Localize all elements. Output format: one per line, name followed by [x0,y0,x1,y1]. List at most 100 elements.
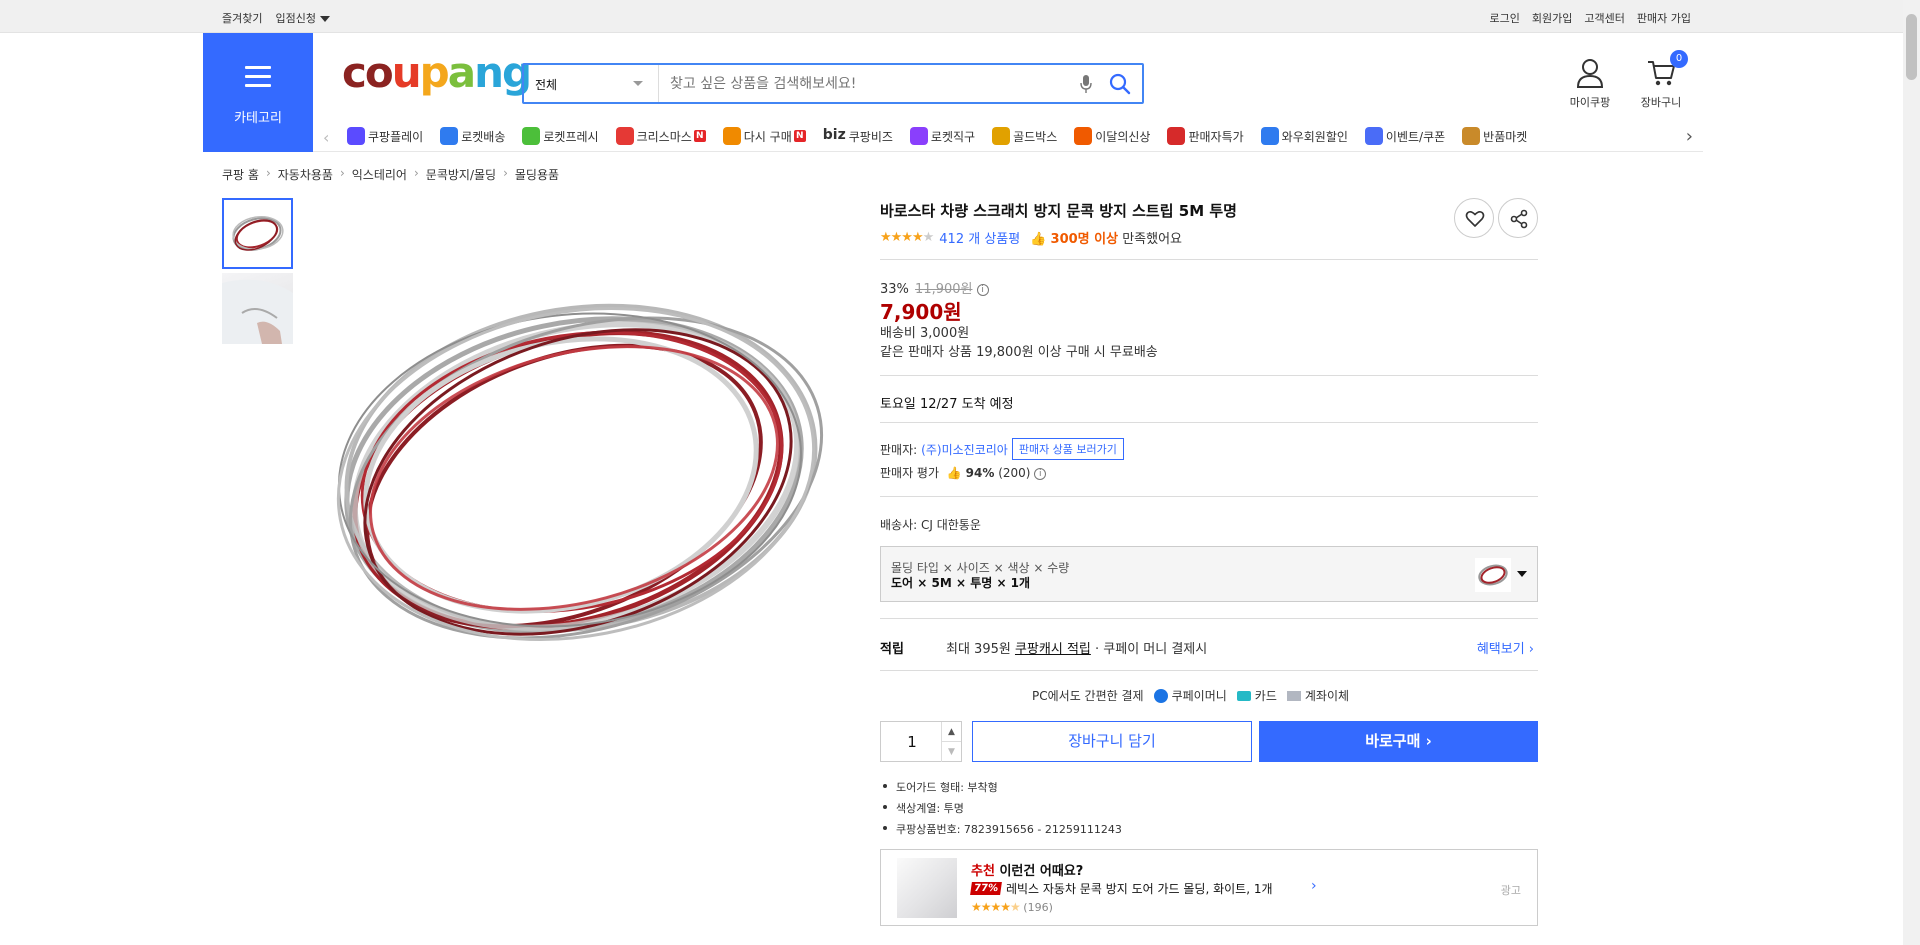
dropdown-arrow-icon [1517,571,1527,577]
category-menu-button[interactable]: 카테고리 [203,33,313,152]
nav-item-shopping-bag[interactable]: 이달의신상 [1074,127,1150,145]
nav-item-coupon[interactable]: 이벤트/쿠폰 [1364,127,1446,145]
bookmark-link[interactable]: 즐겨찾기 [222,10,262,26]
coupang-logo[interactable]: coupang [342,52,532,94]
recommended-product-name[interactable]: 레빅스 자동차 문콕 방지 도어 가드 몰딩, 화이트, 1개 [1006,880,1273,897]
mypage-button[interactable]: 마이쿠팡 [1560,58,1620,110]
product-attributes: 도어가드 형태: 부착형 색상계열: 투명 쿠팡상품번호: 7823915656… [880,779,1122,842]
buy-now-button[interactable]: 바로구매 › [1259,721,1538,762]
coupon-icon [1364,127,1383,145]
coupang-cash-link[interactable]: 쿠팡캐시 적립 [1015,642,1091,657]
nav-item-label: 쿠팡플레이 [368,129,424,144]
discount-row: 33% 11,900원 i [880,278,989,297]
search-scope-select[interactable]: 전체 [524,65,659,102]
nav-item-santa[interactable]: 크리스마스 N [615,127,706,145]
seller-products-button[interactable]: 판매자 상품 보러가기 [1011,438,1124,460]
satisfaction-rest: 만족했어요 [1118,232,1183,247]
seller-apply-link[interactable]: 입점신청 [275,10,330,26]
nav-item-label: 와우회원할인 [1281,129,1348,144]
discount-rate: 33% [880,282,909,297]
microphone-icon[interactable] [1079,74,1093,94]
seller-rating-label: 판매자 평가 [880,466,940,480]
divider [880,670,1538,671]
breadcrumb-link[interactable]: 몰딩용품 [515,166,559,183]
satisfaction-text: 👍 300명 이상 만족했어요 [1030,228,1182,247]
scrollbar-thumb[interactable] [1906,14,1917,80]
chevron-right-icon[interactable]: › [1311,878,1317,894]
return-market-icon [1462,127,1481,145]
quantity-input[interactable]: 1 [881,733,943,751]
chevron-right-icon[interactable]: › [1686,126,1693,147]
play-icon [347,127,365,145]
quantity-up-icon[interactable]: ▲ [941,722,961,742]
satisfaction-count: 300명 이상 [1050,232,1119,247]
percent-icon [1167,127,1186,145]
nav-item-label: 이달의신상 [1095,129,1151,144]
nav-item-label: 골드박스 [1013,129,1058,144]
breadcrumb-link[interactable]: 익스테리어 [352,166,407,183]
add-to-cart-button[interactable]: 장바구니 담기 [972,721,1252,762]
recommended-product-rating: ★★★★★ (196) [971,900,1053,914]
thumbs-up-icon: 👍 [1030,232,1047,247]
card-icon [1236,690,1251,701]
nav-item-percent[interactable]: 판매자특가 [1167,127,1244,145]
thumbnail-1-selected[interactable] [222,198,293,269]
info-icon[interactable]: i [1034,467,1047,480]
mypage-label: 마이쿠팡 [1569,96,1611,109]
divider [880,618,1538,619]
search-input[interactable] [670,73,1070,95]
easy-pay-bar: PC에서도 간편한 결제 쿠페이머니 카드 계좌이체 [1032,687,1349,704]
breadcrumb-link[interactable]: 문콕방지/몰딩 [426,166,496,183]
hamburger-icon [245,66,271,88]
nav-item-return-market[interactable]: 반품마켓 [1462,127,1527,145]
nav-item-play[interactable]: 쿠팡플레이 [347,127,423,145]
product-title: 바로스타 차량 스크래치 방지 문콕 방지 스트립 5M 투명 [880,202,1237,220]
thumbnail-2[interactable] [222,273,293,344]
arrival-date: 토요일 12/27 도착 예정 [880,397,1014,412]
caret-down-icon [319,16,330,22]
nav-item-biz[interactable]: biz 쿠팡비즈 [823,127,893,145]
top-utility-bar: 즐겨찾기 입점신청 로그인 회원가입 고객센터 판매자 가입 [0,0,1920,33]
signup-link[interactable]: 회원가입 [1532,10,1572,26]
customer-center-link[interactable]: 고객센터 [1584,10,1624,26]
user-icon [1576,59,1604,88]
review-count-link[interactable]: 412 개 상품평 [939,228,1020,247]
nav-item-rocket[interactable]: 로켓배송 [440,127,505,145]
divider [880,496,1538,497]
nav-item-goldbox[interactable]: 골드박스 [992,127,1057,145]
nav-item-label: 이벤트/쿠폰 [1385,129,1446,144]
info-icon[interactable]: i [976,283,989,296]
star-rating-icon: ★★★★★ [880,230,934,245]
share-button[interactable] [1498,198,1538,238]
nav-item-home[interactable]: 다시 구매 N [722,127,806,145]
seller-signup-link[interactable]: 판매자 가입 [1637,10,1691,26]
nav-item-rocket-fresh[interactable]: 로켓프레시 [522,127,599,145]
cart-button[interactable]: 0 장바구니 [1631,50,1691,110]
search-icon[interactable] [1108,72,1132,96]
nav-item-label: 크리스마스 [636,129,692,144]
free-shipping-info: 같은 판매자 상품 19,800원 이상 구매 시 무료배송 [880,345,1158,360]
vertical-scrollbar[interactable] [1903,0,1920,945]
breadcrumb-link[interactable]: 쿠팡 홈 [222,166,259,183]
wishlist-button[interactable] [1454,198,1494,238]
attribute-item: 쿠팡상품번호: 7823915656 - 21259111243 [880,821,1122,837]
shopping-bag-icon [1074,127,1093,145]
nav-item-wow[interactable]: 와우회원할인 [1260,127,1348,145]
chevron-left-icon[interactable]: ‹ [323,128,329,147]
breadcrumb-link[interactable]: 자동차용품 [278,166,333,183]
login-link[interactable]: 로그인 [1490,10,1520,26]
rocket-fresh-icon [522,127,541,145]
option-selector[interactable]: 몰딩 타입 × 사이즈 × 색상 × 수량 도어 × 5M × 투명 × 1개 [880,546,1538,602]
review-count: (196) [1023,901,1053,914]
reward-prefix: 최대 395원 [946,642,1015,657]
rocket-icon [440,127,459,145]
recommendation-card[interactable]: 추천 이런건 어때요? 77% 레빅스 자동차 문콕 방지 도어 가드 몰딩, … [880,849,1538,926]
option-thumbnail [1475,558,1511,592]
breadcrumb-separator-icon: › [265,166,271,180]
quantity-down-icon[interactable]: ▼ [941,742,961,762]
nav-item-globe[interactable]: 로켓직구 [909,127,975,145]
benefits-link[interactable]: 혜택보기 › [1477,638,1534,657]
reward-label: 적립 [880,642,904,657]
seller-name-link[interactable]: (주)미소진코리아 [921,441,1008,458]
thumbnail-image [222,279,293,344]
